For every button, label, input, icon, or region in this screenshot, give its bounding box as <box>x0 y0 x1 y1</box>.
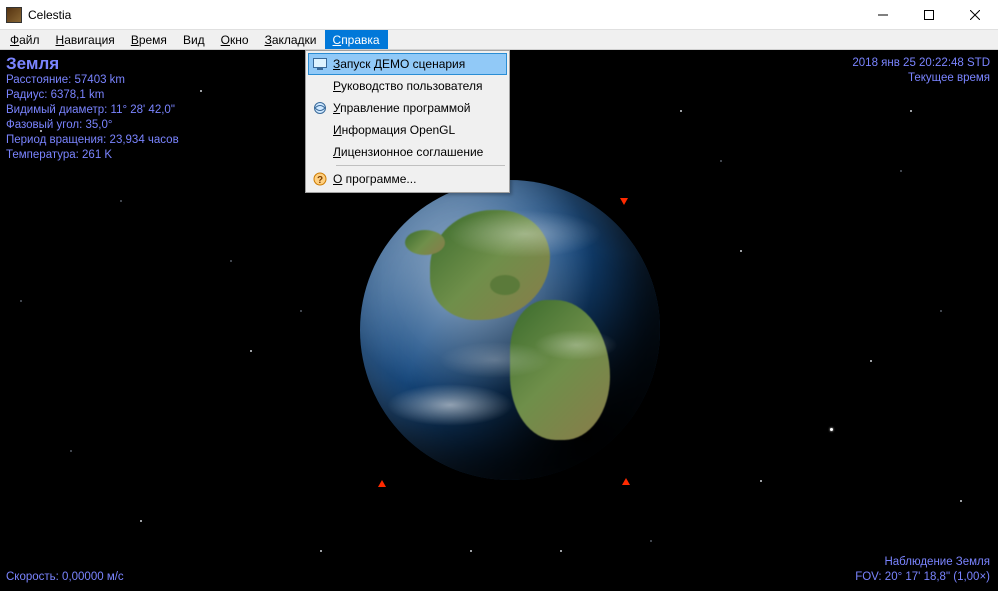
hud-following: Наблюдение Земля <box>855 555 990 570</box>
window-title: Celestia <box>28 8 860 22</box>
hud-datetime: 2018 янв 25 20:22:48 STD <box>852 56 990 71</box>
menu-window[interactable]: Окно <box>213 30 257 49</box>
selection-marker <box>622 478 630 485</box>
app-icon <box>6 7 22 23</box>
menubar: Файл Навигация Время Вид Окно Закладки С… <box>0 30 998 50</box>
hud-radius: Радиус: 6378,1 km <box>6 88 179 103</box>
menu-help[interactable]: Справка <box>325 30 388 49</box>
help-opengl-info[interactable]: Информация OpenGL <box>308 119 507 141</box>
hud-distance: Расстояние: 57403 km <box>6 73 179 88</box>
menu-navigation[interactable]: Навигация <box>48 30 123 49</box>
help-controls-label: Управление программой <box>331 101 506 115</box>
help-license[interactable]: Лицензионное соглашение <box>308 141 507 163</box>
window-titlebar: Celestia <box>0 0 998 30</box>
hud-temperature: Температура: 261 K <box>6 148 179 163</box>
help-user-guide-label: Руководство пользователя <box>331 79 506 93</box>
help-run-demo[interactable]: Запуск ДЕМО сценария <box>308 53 507 75</box>
window-close-button[interactable] <box>952 0 998 29</box>
menu-time[interactable]: Время <box>123 30 175 49</box>
help-user-guide[interactable]: Руководство пользователя <box>308 75 507 97</box>
help-about[interactable]: ? О программе... <box>308 168 507 190</box>
help-license-label: Лицензионное соглашение <box>331 145 506 159</box>
selection-marker <box>620 198 628 205</box>
hud-speed: Скорость: 0,00000 м/с <box>6 570 124 585</box>
help-opengl-info-label: Информация OpenGL <box>331 123 506 137</box>
hud-time-mode: Текущее время <box>852 71 990 86</box>
viewport-3d[interactable]: Земля Расстояние: 57403 km Радиус: 6378,… <box>0 50 998 591</box>
hud-target-name: Земля <box>6 56 179 71</box>
help-run-demo-label: Запуск ДЕМО сценария <box>331 57 506 71</box>
help-about-label: О программе... <box>331 172 506 186</box>
menu-separator <box>336 165 505 166</box>
hud-speed-info: Скорость: 0,00000 м/с <box>6 570 124 585</box>
hud-follow-info: Наблюдение Земля FOV: 20° 17' 18,8" (1,0… <box>855 555 990 585</box>
page-icon <box>309 101 331 115</box>
menu-bookmarks[interactable]: Закладки <box>257 30 325 49</box>
help-icon: ? <box>309 172 331 186</box>
help-controls[interactable]: Управление программой <box>308 97 507 119</box>
monitor-icon <box>309 58 331 70</box>
menu-file[interactable]: Файл <box>2 30 48 49</box>
menu-view[interactable]: Вид <box>175 30 213 49</box>
hud-rotation-period: Период вращения: 23,934 часов <box>6 133 179 148</box>
hud-apparent-diameter: Видимый диаметр: 11° 28' 42,0" <box>6 103 179 118</box>
window-maximize-button[interactable] <box>906 0 952 29</box>
hud-fov: FOV: 20° 17' 18,8" (1,00×) <box>855 570 990 585</box>
selection-marker <box>378 480 386 487</box>
hud-phase-angle: Фазовый угол: 35,0° <box>6 118 179 133</box>
hud-target-info: Земля Расстояние: 57403 km Радиус: 6378,… <box>6 56 179 163</box>
planet-earth <box>360 180 660 480</box>
window-minimize-button[interactable] <box>860 0 906 29</box>
svg-text:?: ? <box>317 175 323 186</box>
help-menu-dropdown: Запуск ДЕМО сценария Руководство пользов… <box>305 50 510 193</box>
hud-time-info: 2018 янв 25 20:22:48 STD Текущее время <box>852 56 990 86</box>
